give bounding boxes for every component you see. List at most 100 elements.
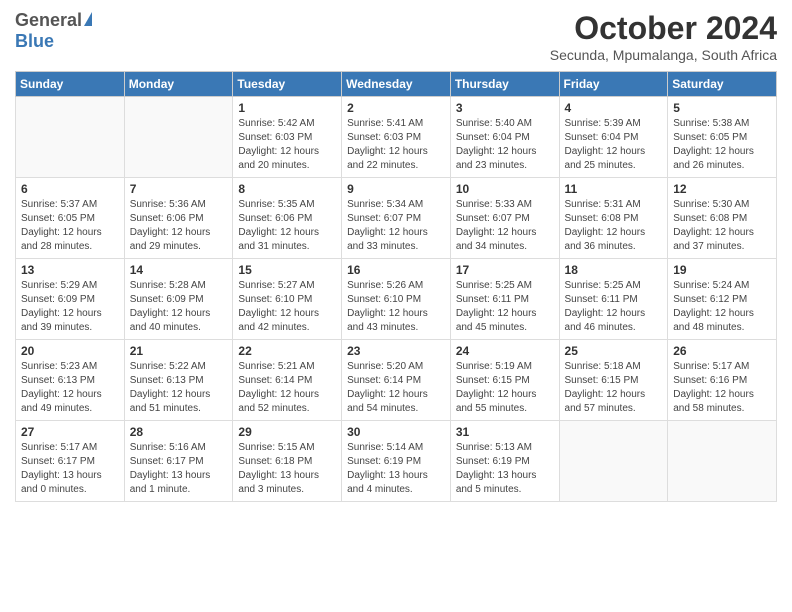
- calendar-cell: 17 Sunrise: 5:25 AM Sunset: 6:11 PM Dayli…: [450, 259, 559, 340]
- day-detail: Sunrise: 5:29 AM Sunset: 6:09 PM Dayligh…: [21, 279, 119, 335]
- calendar-week-row: 1Sunrise: 5:42 AM Sunset: 6:03 PM Daylig…: [16, 97, 777, 178]
- weekday-header: Monday: [124, 72, 233, 97]
- calendar-table: SundayMondayTuesdayWednesdayThursdayFrid…: [15, 71, 777, 502]
- day-number: 12: [673, 182, 771, 196]
- day-detail: Sunrise: 5:30 AM Sunset: 6:08 PM Dayligh…: [673, 198, 771, 254]
- calendar-cell: 16Sunrise: 5:26 AM Sunset: 6:10 PM Dayli…: [342, 259, 451, 340]
- logo-icon: [84, 12, 92, 26]
- day-number: 17: [456, 263, 554, 277]
- calendar-cell: 21 Sunrise: 5:22 AM Sunset: 6:13 PM Dayli…: [124, 340, 233, 421]
- calendar-cell: 27 Sunrise: 5:17 AM Sunset: 6:17 PM Dayli…: [16, 421, 125, 502]
- calendar-cell: 2 Sunrise: 5:41 AM Sunset: 6:03 PM Daylig…: [342, 97, 451, 178]
- calendar-cell: 31 Sunrise: 5:13 AM Sunset: 6:19 PM Dayli…: [450, 421, 559, 502]
- day-number: 27: [21, 425, 119, 439]
- logo-blue: Blue: [15, 31, 54, 51]
- weekday-header: Sunday: [16, 72, 125, 97]
- day-detail: Sunrise: 5:24 AM Sunset: 6:12 PM Dayligh…: [673, 279, 771, 335]
- calendar-week-row: 6Sunrise: 5:37 AM Sunset: 6:05 PM Daylig…: [16, 178, 777, 259]
- day-number: 25: [565, 344, 663, 358]
- weekday-header: Wednesday: [342, 72, 451, 97]
- day-detail: Sunrise: 5:23 AM Sunset: 6:13 PM Dayligh…: [21, 360, 119, 416]
- day-detail: Sunrise: 5:16 AM Sunset: 6:17 PM Dayligh…: [130, 441, 228, 497]
- day-number: 20: [21, 344, 119, 358]
- day-number: 26: [673, 344, 771, 358]
- weekday-header: Saturday: [668, 72, 777, 97]
- day-number: 29: [238, 425, 336, 439]
- day-detail: Sunrise: 5:31 AM Sunset: 6:08 PM Dayligh…: [565, 198, 663, 254]
- subtitle: Secunda, Mpumalanga, South Africa: [550, 47, 777, 63]
- calendar-cell: 7 Sunrise: 5:36 AM Sunset: 6:06 PM Daylig…: [124, 178, 233, 259]
- logo-general: General: [15, 10, 82, 31]
- main-title: October 2024: [550, 10, 777, 47]
- day-number: 3: [456, 101, 554, 115]
- calendar-cell: 4Sunrise: 5:39 AM Sunset: 6:04 PM Daylig…: [559, 97, 668, 178]
- day-number: 28: [130, 425, 228, 439]
- calendar-cell: 22 Sunrise: 5:21 AM Sunset: 6:14 PM Dayli…: [233, 340, 342, 421]
- day-number: 9: [347, 182, 445, 196]
- calendar-cell: [668, 421, 777, 502]
- day-number: 8: [238, 182, 336, 196]
- day-detail: Sunrise: 5:25 AM Sunset: 6:11 PM Dayligh…: [565, 279, 663, 335]
- calendar-cell: 30Sunrise: 5:14 AM Sunset: 6:19 PM Dayli…: [342, 421, 451, 502]
- day-detail: Sunrise: 5:41 AM Sunset: 6:03 PM Dayligh…: [347, 117, 445, 173]
- calendar-cell: 3 Sunrise: 5:40 AM Sunset: 6:04 PM Daylig…: [450, 97, 559, 178]
- day-number: 7: [130, 182, 228, 196]
- calendar-cell: 15Sunrise: 5:27 AM Sunset: 6:10 PM Dayli…: [233, 259, 342, 340]
- calendar-cell: 29 Sunrise: 5:15 AM Sunset: 6:18 PM Dayli…: [233, 421, 342, 502]
- day-detail: Sunrise: 5:40 AM Sunset: 6:04 PM Dayligh…: [456, 117, 554, 173]
- day-detail: Sunrise: 5:17 AM Sunset: 6:17 PM Dayligh…: [21, 441, 119, 497]
- weekday-header-row: SundayMondayTuesdayWednesdayThursdayFrid…: [16, 72, 777, 97]
- day-detail: Sunrise: 5:35 AM Sunset: 6:06 PM Dayligh…: [238, 198, 336, 254]
- day-number: 22: [238, 344, 336, 358]
- day-detail: Sunrise: 5:21 AM Sunset: 6:14 PM Dayligh…: [238, 360, 336, 416]
- day-detail: Sunrise: 5:25 AM Sunset: 6:11 PM Dayligh…: [456, 279, 554, 335]
- day-detail: Sunrise: 5:34 AM Sunset: 6:07 PM Dayligh…: [347, 198, 445, 254]
- calendar-cell: 20 Sunrise: 5:23 AM Sunset: 6:13 PM Dayli…: [16, 340, 125, 421]
- day-number: 13: [21, 263, 119, 277]
- calendar-cell: [559, 421, 668, 502]
- calendar-week-row: 27 Sunrise: 5:17 AM Sunset: 6:17 PM Dayli…: [16, 421, 777, 502]
- day-number: 31: [456, 425, 554, 439]
- calendar-cell: 9 Sunrise: 5:34 AM Sunset: 6:07 PM Daylig…: [342, 178, 451, 259]
- day-detail: Sunrise: 5:36 AM Sunset: 6:06 PM Dayligh…: [130, 198, 228, 254]
- day-number: 23: [347, 344, 445, 358]
- calendar-cell: [16, 97, 125, 178]
- day-detail: Sunrise: 5:18 AM Sunset: 6:15 PM Dayligh…: [565, 360, 663, 416]
- calendar-cell: 1Sunrise: 5:42 AM Sunset: 6:03 PM Daylig…: [233, 97, 342, 178]
- calendar-cell: [124, 97, 233, 178]
- calendar-cell: 14Sunrise: 5:28 AM Sunset: 6:09 PM Dayli…: [124, 259, 233, 340]
- day-detail: Sunrise: 5:15 AM Sunset: 6:18 PM Dayligh…: [238, 441, 336, 497]
- day-detail: Sunrise: 5:20 AM Sunset: 6:14 PM Dayligh…: [347, 360, 445, 416]
- calendar-cell: 5 Sunrise: 5:38 AM Sunset: 6:05 PM Daylig…: [668, 97, 777, 178]
- day-detail: Sunrise: 5:13 AM Sunset: 6:19 PM Dayligh…: [456, 441, 554, 497]
- calendar-cell: 6Sunrise: 5:37 AM Sunset: 6:05 PM Daylig…: [16, 178, 125, 259]
- day-number: 14: [130, 263, 228, 277]
- calendar-cell: 26 Sunrise: 5:17 AM Sunset: 6:16 PM Dayli…: [668, 340, 777, 421]
- day-number: 2: [347, 101, 445, 115]
- day-number: 24: [456, 344, 554, 358]
- page-header: General Blue October 2024 Secunda, Mpuma…: [15, 10, 777, 63]
- calendar-cell: 8 Sunrise: 5:35 AM Sunset: 6:06 PM Daylig…: [233, 178, 342, 259]
- calendar-cell: 23 Sunrise: 5:20 AM Sunset: 6:14 PM Dayli…: [342, 340, 451, 421]
- day-detail: Sunrise: 5:38 AM Sunset: 6:05 PM Dayligh…: [673, 117, 771, 173]
- day-detail: Sunrise: 5:17 AM Sunset: 6:16 PM Dayligh…: [673, 360, 771, 416]
- day-number: 18: [565, 263, 663, 277]
- calendar-cell: 18 Sunrise: 5:25 AM Sunset: 6:11 PM Dayli…: [559, 259, 668, 340]
- day-number: 10: [456, 182, 554, 196]
- calendar-cell: 12 Sunrise: 5:30 AM Sunset: 6:08 PM Dayli…: [668, 178, 777, 259]
- day-number: 5: [673, 101, 771, 115]
- calendar-cell: 28 Sunrise: 5:16 AM Sunset: 6:17 PM Dayli…: [124, 421, 233, 502]
- logo: General Blue: [15, 10, 92, 52]
- day-number: 16: [347, 263, 445, 277]
- day-detail: Sunrise: 5:14 AM Sunset: 6:19 PM Dayligh…: [347, 441, 445, 497]
- day-detail: Sunrise: 5:22 AM Sunset: 6:13 PM Dayligh…: [130, 360, 228, 416]
- day-number: 15: [238, 263, 336, 277]
- title-block: October 2024 Secunda, Mpumalanga, South …: [550, 10, 777, 63]
- day-number: 11: [565, 182, 663, 196]
- calendar-cell: 19Sunrise: 5:24 AM Sunset: 6:12 PM Dayli…: [668, 259, 777, 340]
- day-detail: Sunrise: 5:19 AM Sunset: 6:15 PM Dayligh…: [456, 360, 554, 416]
- calendar-cell: 24 Sunrise: 5:19 AM Sunset: 6:15 PM Dayli…: [450, 340, 559, 421]
- calendar-cell: 13 Sunrise: 5:29 AM Sunset: 6:09 PM Dayli…: [16, 259, 125, 340]
- day-number: 6: [21, 182, 119, 196]
- day-number: 21: [130, 344, 228, 358]
